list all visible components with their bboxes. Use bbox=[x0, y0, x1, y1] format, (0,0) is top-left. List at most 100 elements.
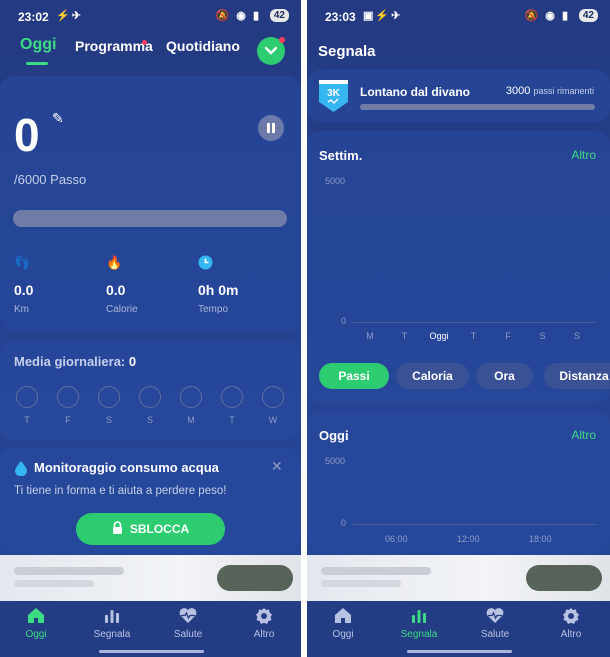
ad-blur-line bbox=[321, 580, 401, 587]
today-time-label: 06:00 bbox=[385, 534, 408, 544]
active-tab-indicator bbox=[26, 62, 48, 65]
nav-label-salute: Salute bbox=[480, 629, 510, 640]
ad-blur-button bbox=[217, 565, 293, 591]
pause-button[interactable] bbox=[258, 115, 284, 141]
weekly-day-label: S bbox=[539, 331, 546, 341]
nav-label-salute: Salute bbox=[173, 629, 203, 640]
status-bar: 23:02 ⚡✈ 🔕 ◉ ▮ 42 bbox=[0, 0, 301, 32]
report-screen: 23:03 ▣⚡✈ 🔕 ◉ ▮ 42 Segnala 3K Lontano da… bbox=[307, 0, 610, 657]
water-card-title: Monitoraggio consumo acqua bbox=[34, 460, 219, 475]
time-label: Tempo bbox=[198, 304, 229, 315]
daily-average-label: Media giornaliera: bbox=[14, 354, 126, 369]
expand-notification-dot bbox=[279, 37, 285, 43]
nav-label-segnala: Segnala bbox=[93, 629, 131, 640]
challenge-name: Lontano dal divano bbox=[360, 85, 470, 99]
nav-salute[interactable]: Salute bbox=[460, 607, 530, 640]
heart-pulse-icon bbox=[153, 607, 223, 629]
weekly-day-label: T bbox=[470, 331, 477, 341]
battery-indicator: 42 bbox=[578, 9, 598, 22]
unlock-label: SBLOCCA bbox=[129, 522, 190, 536]
distance-label: Km bbox=[14, 304, 29, 315]
home-icon bbox=[308, 607, 378, 629]
unlock-button[interactable]: SBLOCCA bbox=[76, 513, 225, 545]
bar-chart-icon bbox=[384, 607, 454, 629]
today-screen: 23:02 ⚡✈ 🔕 ◉ ▮ 42 Oggi Programma Quotidi… bbox=[0, 0, 301, 657]
tab-programma[interactable]: Programma bbox=[75, 38, 153, 54]
day-label: S bbox=[105, 415, 112, 425]
ad-banner[interactable] bbox=[0, 555, 301, 601]
chip-distanza[interactable]: Distanza bbox=[544, 363, 610, 389]
clock-icon bbox=[198, 255, 213, 273]
distance-value: 0.0 bbox=[14, 282, 34, 298]
today-title: Oggi bbox=[319, 428, 349, 443]
day-label: F bbox=[65, 415, 71, 425]
challenge-progress-bar bbox=[360, 104, 595, 110]
today-baseline bbox=[353, 524, 596, 525]
daily-average-title: Media giornaliera: 0 bbox=[14, 354, 136, 369]
notification-icons: ▣⚡✈ bbox=[363, 10, 403, 22]
chip-caloria[interactable]: Caloria bbox=[396, 363, 469, 389]
weekly-title: Settim. bbox=[319, 148, 363, 163]
nav-label-altro: Altro bbox=[560, 629, 582, 640]
remaining-label: passi rimanenti bbox=[533, 86, 594, 96]
ad-banner[interactable] bbox=[307, 555, 610, 601]
nav-altro[interactable]: Altro bbox=[536, 607, 606, 640]
steps-progress-bar bbox=[13, 210, 287, 227]
nav-label-altro: Altro bbox=[253, 629, 275, 640]
footprints-icon: 👣 bbox=[14, 255, 31, 270]
heart-pulse-icon bbox=[460, 607, 530, 629]
gear-icon bbox=[229, 607, 299, 629]
chip-ora[interactable]: Ora bbox=[476, 363, 533, 389]
page-title: Segnala bbox=[318, 43, 376, 60]
home-indicator bbox=[406, 650, 512, 653]
today-card bbox=[307, 411, 610, 553]
nav-oggi[interactable]: Oggi bbox=[1, 607, 71, 640]
weekly-day-label: Oggi bbox=[429, 331, 449, 341]
battery-indicator: 42 bbox=[269, 9, 289, 22]
steps-card bbox=[0, 76, 301, 332]
pause-icon bbox=[267, 123, 275, 133]
notification-icons: ⚡✈ bbox=[56, 10, 83, 22]
day-label: T bbox=[24, 415, 30, 425]
nav-label-oggi: Oggi bbox=[332, 629, 354, 640]
lock-icon bbox=[112, 521, 123, 537]
ad-blur-line bbox=[321, 567, 431, 575]
weekly-day-label: M bbox=[366, 331, 374, 341]
weekly-ymin-label: 0 bbox=[341, 316, 347, 326]
today-more-link[interactable]: Altro bbox=[571, 428, 596, 442]
ad-blur-line bbox=[14, 580, 94, 587]
step-goal: /6000 Passo bbox=[14, 172, 87, 187]
weekly-day-label: S bbox=[573, 331, 580, 341]
nav-segnala[interactable]: Segnala bbox=[77, 607, 147, 640]
ad-blur-button bbox=[526, 565, 602, 591]
nav-oggi[interactable]: Oggi bbox=[308, 607, 378, 640]
nav-salute[interactable]: Salute bbox=[153, 607, 223, 640]
calories-label: Calorie bbox=[106, 304, 138, 315]
edit-steps-icon[interactable]: ✎ bbox=[52, 110, 64, 127]
weekly-day-label: T bbox=[401, 331, 408, 341]
flame-icon: 🔥 bbox=[106, 255, 123, 270]
day-label: M bbox=[187, 415, 195, 425]
nav-label-segnala: Segnala bbox=[400, 629, 438, 640]
nav-altro[interactable]: Altro bbox=[229, 607, 299, 640]
tab-oggi[interactable]: Oggi bbox=[20, 36, 56, 54]
signal-icons: 🔕 ◉ ▮ bbox=[215, 10, 261, 22]
day-progress-circle bbox=[180, 386, 202, 408]
weekly-day-label: F bbox=[505, 331, 511, 341]
status-time: 23:02 bbox=[18, 10, 49, 24]
close-icon[interactable]: ✕ bbox=[271, 458, 283, 475]
day-progress-circle bbox=[16, 386, 38, 408]
weekly-more-link[interactable]: Altro bbox=[571, 148, 596, 162]
nav-segnala[interactable]: Segnala bbox=[384, 607, 454, 640]
day-progress-circle bbox=[262, 386, 284, 408]
notification-dot bbox=[142, 40, 147, 45]
water-card-description: Ti tiene in forma e ti aiuta a perdere p… bbox=[14, 485, 227, 497]
home-icon bbox=[1, 607, 71, 629]
day-progress-circle bbox=[98, 386, 120, 408]
tab-quotidiano[interactable]: Quotidiano bbox=[166, 38, 240, 54]
chip-passi[interactable]: Passi bbox=[319, 363, 389, 389]
ad-blur-line bbox=[14, 567, 124, 575]
bottom-nav: Oggi Segnala Salute Altro bbox=[307, 601, 610, 657]
signal-icons: 🔕 ◉ ▮ bbox=[524, 10, 570, 22]
step-count: 0 bbox=[14, 109, 40, 161]
